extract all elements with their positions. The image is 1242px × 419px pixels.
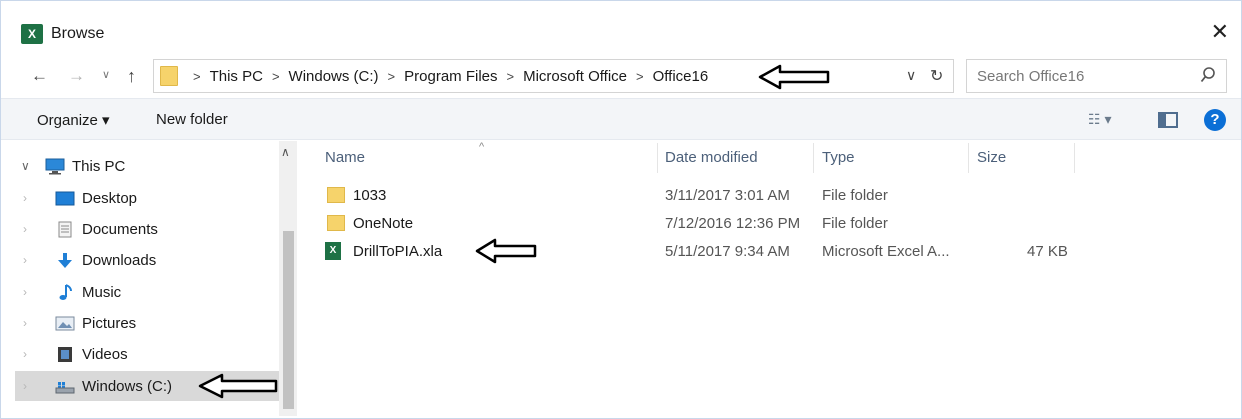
- refresh-icon[interactable]: ↻: [930, 66, 943, 86]
- scrollbar-thumb[interactable]: [283, 231, 294, 409]
- breadcrumb-separator[interactable]: >: [388, 69, 396, 84]
- folder-icon: [327, 215, 345, 231]
- chevron-right-icon[interactable]: ›: [23, 347, 27, 361]
- column-divider[interactable]: [968, 143, 969, 173]
- folder-icon: [327, 187, 345, 203]
- chevron-right-icon[interactable]: ›: [23, 285, 27, 299]
- file-row-drilltopia[interactable]: X DrillToPIA.xla 5/11/2017 9:34 AM Micro…: [319, 239, 1079, 265]
- title-bar: X Browse ✕: [1, 1, 1241, 53]
- command-bar: Organize ▾ New folder ☷ ▾ ?: [1, 98, 1241, 140]
- file-size: 47 KB: [1027, 243, 1068, 260]
- sidebar-item-videos[interactable]: › Videos: [1, 339, 279, 369]
- column-header-name[interactable]: Name: [325, 149, 365, 166]
- close-button[interactable]: ✕: [1211, 21, 1229, 43]
- navigation-scrollbar[interactable]: ∧: [279, 141, 297, 416]
- column-header-date-modified[interactable]: Date modified: [665, 149, 758, 166]
- breadcrumb-separator[interactable]: >: [636, 69, 644, 84]
- sort-ascending-icon: ^: [479, 141, 485, 153]
- sidebar-item-documents[interactable]: › Documents: [1, 214, 279, 244]
- file-date: 3/11/2017 3:01 AM: [665, 187, 790, 204]
- file-date: 7/12/2016 12:36 PM: [665, 215, 801, 232]
- search-icon[interactable]: [1200, 66, 1216, 84]
- drive-icon: [55, 381, 75, 393]
- folder-icon: [160, 66, 178, 86]
- excel-file-icon: X: [325, 242, 341, 260]
- annotation-arrow-left-icon: [758, 64, 830, 90]
- sidebar-item-label: Downloads: [82, 251, 157, 269]
- recent-locations-button[interactable]: ∨: [102, 68, 110, 81]
- sidebar-item-downloads[interactable]: › Downloads: [1, 245, 279, 275]
- annotation-arrow-left-icon: [475, 238, 537, 264]
- sidebar-item-label: This PC: [72, 157, 126, 175]
- help-icon[interactable]: ?: [1204, 109, 1226, 131]
- chevron-right-icon[interactable]: ›: [23, 191, 27, 205]
- file-type: Microsoft Excel A...: [822, 243, 950, 260]
- address-dropdown-icon[interactable]: ∨: [906, 67, 916, 84]
- sidebar-item-pictures[interactable]: › Pictures: [1, 308, 279, 338]
- navigation-pane: ∨ This PC › Desktop › Documents › Downlo…: [1, 141, 297, 416]
- chevron-down-icon[interactable]: ∨: [21, 159, 30, 173]
- excel-app-icon: X: [21, 24, 43, 44]
- file-date: 5/11/2017 9:34 AM: [665, 243, 790, 260]
- sidebar-item-label: Videos: [82, 345, 128, 363]
- chevron-right-icon[interactable]: ›: [23, 222, 27, 236]
- file-name: 1033: [353, 187, 387, 204]
- scroll-up-icon[interactable]: ∧: [281, 145, 290, 159]
- breadcrumb-separator[interactable]: >: [507, 69, 515, 84]
- file-name: OneNote: [353, 215, 414, 232]
- file-row-onenote[interactable]: OneNote 7/12/2016 12:36 PM File folder: [319, 211, 1079, 237]
- sidebar-item-label: Music: [82, 283, 122, 301]
- sidebar-item-desktop[interactable]: › Desktop: [1, 183, 279, 213]
- organize-button[interactable]: Organize ▾: [37, 111, 110, 129]
- breadcrumb-office16[interactable]: Office16: [653, 68, 709, 85]
- breadcrumb-this-pc[interactable]: This PC: [210, 68, 263, 85]
- videos-icon: [58, 346, 72, 362]
- file-type: File folder: [822, 187, 888, 204]
- column-header-size[interactable]: Size: [977, 149, 1006, 166]
- sidebar-item-label: Documents: [82, 220, 158, 238]
- breadcrumb-program-files[interactable]: Program Files: [404, 68, 497, 85]
- music-icon: [59, 283, 72, 300]
- sidebar-item-windows-c[interactable]: › Windows (C:): [15, 371, 279, 401]
- address-bar[interactable]: > This PC > Windows (C:) > Program Files…: [153, 59, 954, 93]
- desktop-icon: [55, 191, 75, 205]
- window-title: Browse: [51, 25, 105, 42]
- column-divider[interactable]: [813, 143, 814, 173]
- forward-button[interactable]: →: [68, 66, 85, 86]
- sidebar-item-label: Pictures: [82, 314, 137, 332]
- documents-icon: [58, 221, 72, 237]
- column-divider[interactable]: [657, 143, 658, 173]
- breadcrumb-separator[interactable]: >: [272, 69, 280, 84]
- breadcrumb-microsoft-office[interactable]: Microsoft Office: [523, 68, 627, 85]
- pictures-icon: [55, 316, 75, 330]
- search-placeholder: Search Office16: [977, 68, 1085, 85]
- back-button[interactable]: ←: [31, 66, 48, 86]
- new-folder-button[interactable]: New folder: [156, 111, 228, 128]
- annotation-arrow-left-icon: [198, 373, 278, 399]
- downloads-icon: [58, 252, 72, 268]
- chevron-right-icon[interactable]: ›: [23, 316, 27, 330]
- file-list: ^ Name Date modified Type Size 1033 3/11…: [301, 141, 1241, 416]
- column-header-type[interactable]: Type: [822, 149, 855, 166]
- sidebar-item-music[interactable]: › Music: [1, 277, 279, 307]
- file-name: DrillToPIA.xla: [353, 243, 443, 260]
- chevron-right-icon[interactable]: ›: [23, 253, 27, 267]
- up-button[interactable]: ↑: [127, 66, 136, 87]
- monitor-icon: [45, 158, 65, 174]
- breadcrumb-windows-c[interactable]: Windows (C:): [289, 68, 379, 85]
- sidebar-item-label: Desktop: [82, 189, 138, 207]
- breadcrumb: > This PC > Windows (C:) > Program Files…: [184, 68, 708, 85]
- chevron-right-icon[interactable]: ›: [23, 379, 27, 393]
- column-divider[interactable]: [1074, 143, 1075, 173]
- change-view-button[interactable]: ☷ ▾: [1088, 111, 1111, 128]
- preview-pane-icon[interactable]: [1158, 112, 1178, 128]
- browse-dialog: X Browse ✕ ← → ∨ ↑ > This PC > Windows (…: [0, 0, 1242, 419]
- sidebar-item-label: Windows (C:): [82, 377, 173, 395]
- breadcrumb-separator[interactable]: >: [193, 69, 201, 84]
- file-type: File folder: [822, 215, 888, 232]
- file-row-1033[interactable]: 1033 3/11/2017 3:01 AM File folder: [319, 183, 1079, 209]
- address-row: ← → ∨ ↑ > This PC > Windows (C:) > Progr…: [1, 56, 1241, 96]
- search-input[interactable]: Search Office16: [966, 59, 1227, 93]
- sidebar-item-this-pc[interactable]: ∨ This PC: [1, 151, 279, 181]
